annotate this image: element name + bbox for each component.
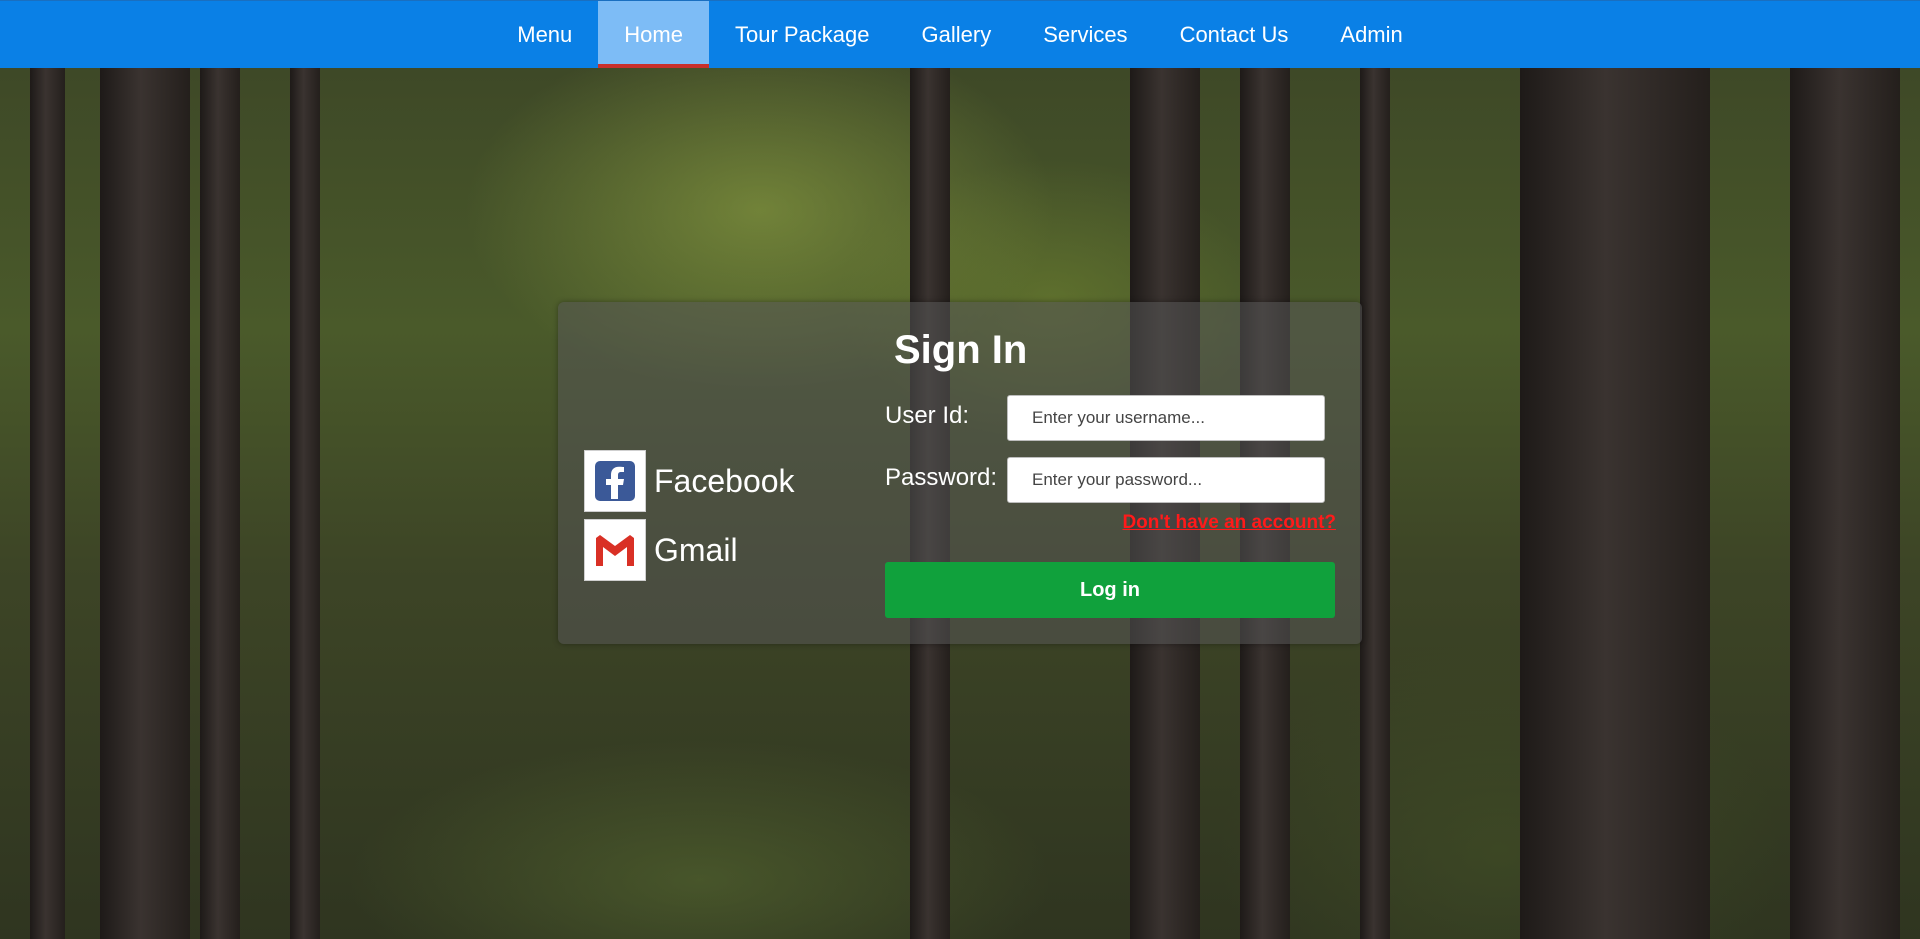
sign-in-card: Facebook Gmail Sign In User Id: Password… (558, 302, 1362, 644)
gmail-login[interactable]: Gmail (584, 519, 738, 581)
facebook-login[interactable]: Facebook (584, 450, 795, 512)
password-label: Password: (885, 464, 998, 491)
login-button[interactable]: Log in (885, 562, 1335, 618)
top-nav-bar: Menu Home Tour Package Gallery Services … (0, 0, 1920, 68)
nav-tour-package[interactable]: Tour Package (709, 1, 896, 68)
password-input[interactable] (1007, 457, 1325, 503)
facebook-icon[interactable] (584, 450, 646, 512)
tree-trunk (1520, 68, 1710, 939)
signup-link[interactable]: Don't have an account? (1122, 512, 1336, 534)
tree-trunk (1790, 68, 1900, 939)
nav-services[interactable]: Services (1017, 1, 1153, 68)
tree-trunk (290, 68, 320, 939)
gmail-icon[interactable] (584, 519, 646, 581)
tree-trunk (200, 68, 240, 939)
tree-trunk (1360, 68, 1390, 939)
tree-trunk (30, 68, 65, 939)
nav-admin[interactable]: Admin (1314, 1, 1428, 68)
facebook-label[interactable]: Facebook (654, 463, 795, 500)
nav-gallery[interactable]: Gallery (896, 1, 1018, 68)
nav-menu[interactable]: Menu (491, 1, 598, 68)
gmail-label[interactable]: Gmail (654, 532, 738, 569)
nav-home[interactable]: Home (598, 1, 709, 68)
user-id-label: User Id: (885, 402, 970, 429)
sign-in-title: Sign In (894, 328, 1028, 372)
username-input[interactable] (1007, 395, 1325, 441)
tree-trunk (100, 68, 190, 939)
nav-contact-us[interactable]: Contact Us (1154, 1, 1315, 68)
